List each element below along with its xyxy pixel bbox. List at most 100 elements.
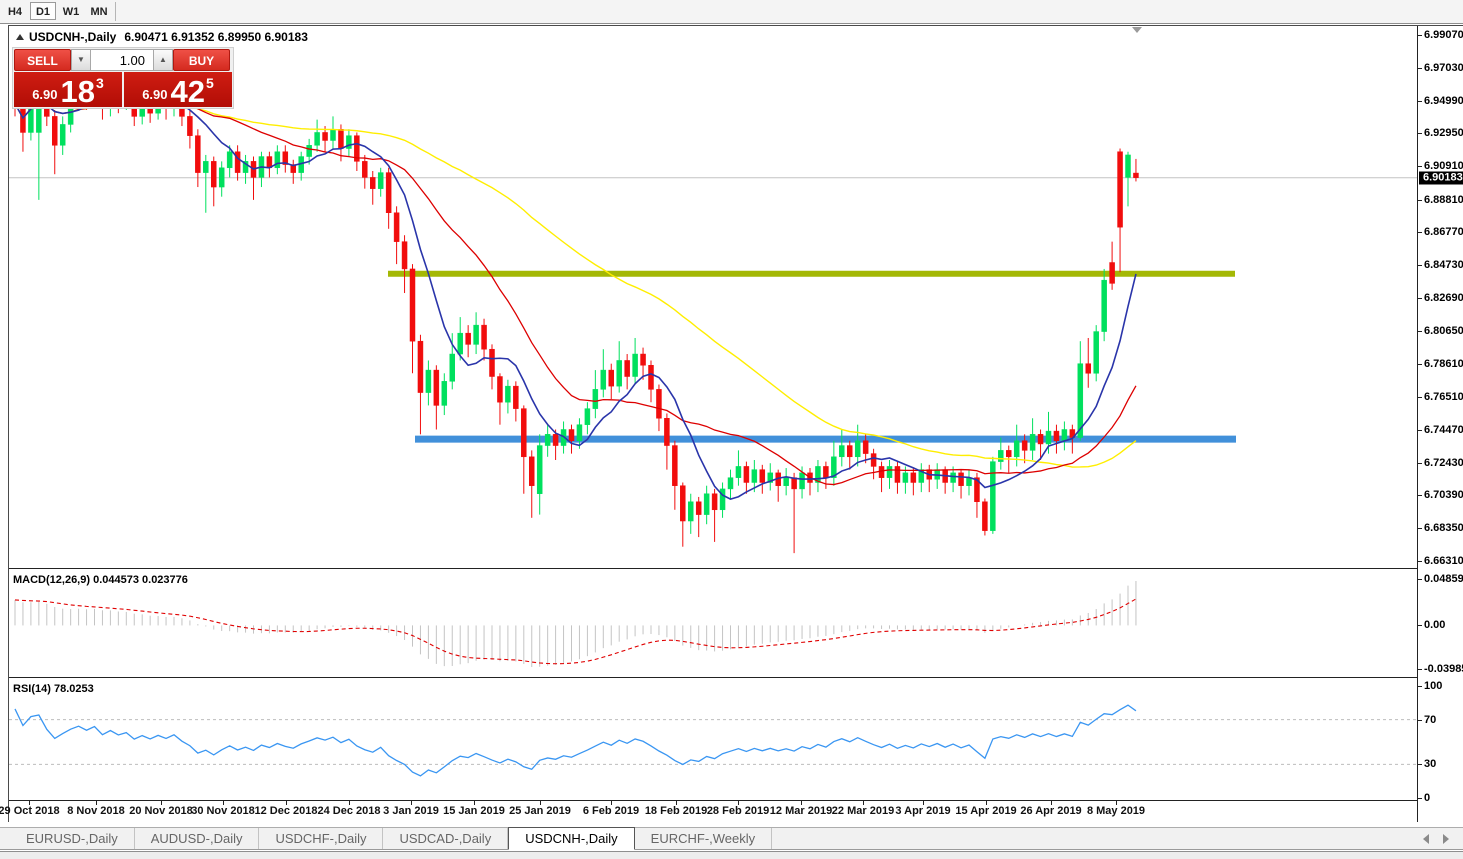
- chart-tab-eurusd-daily[interactable]: EURUSD-,Daily: [10, 828, 135, 849]
- ohlc-readout: 6.90471 6.91352 6.89950 6.90183: [124, 30, 308, 44]
- support-line[interactable]: [415, 436, 1236, 443]
- toolbar-separator: [115, 2, 116, 21]
- chart-window: USDCNH-,Daily 6.90471 6.91352 6.89950 6.9…: [8, 25, 1463, 822]
- time-axis-label: 3 Apr 2019: [895, 805, 950, 817]
- price-axis-label: 6.66310: [1424, 555, 1463, 567]
- macd-histogram: [15, 581, 1136, 667]
- rsi-axis-tick: [1418, 720, 1422, 721]
- macd-indicator-pane[interactable]: MACD(12,26,9) 0.044573 0.023776: [9, 571, 1417, 677]
- time-axis-label: 20 Nov 2018: [129, 805, 193, 817]
- price-axis-label: 6.84730: [1424, 259, 1463, 271]
- time-axis-label: 30 Nov 2018: [191, 805, 255, 817]
- timeframe-d1[interactable]: D1: [30, 2, 56, 20]
- buy-button[interactable]: BUY: [173, 49, 230, 71]
- chart-tab-bar: EURUSD-,DailyAUDUSD-,DailyUSDCHF-,DailyU…: [0, 827, 1463, 850]
- macd-axis-label: -0.039856: [1424, 663, 1463, 675]
- tabs-scroll-left-icon[interactable]: [1423, 834, 1429, 844]
- sell-button[interactable]: SELL: [14, 49, 71, 71]
- time-axis-label: 18 Feb 2019: [645, 805, 707, 817]
- price-chart-pane[interactable]: USDCNH-,Daily 6.90471 6.91352 6.89950 6.9…: [9, 26, 1417, 568]
- ma-slow-line: [15, 102, 1136, 467]
- price-axis-label: 6.78610: [1424, 358, 1463, 370]
- time-axis-label: 15 Jan 2019: [443, 805, 505, 817]
- price-axis-tick: [1418, 561, 1422, 562]
- price-axis-tick: [1418, 298, 1422, 299]
- price-axis-tick: [1418, 495, 1422, 496]
- time-axis-label: 22 Mar 2019: [832, 805, 894, 817]
- price-axis-tick: [1418, 101, 1422, 102]
- price-axis-label: 6.72430: [1424, 457, 1463, 469]
- rsi-axis-label: 70: [1424, 714, 1436, 726]
- chart-tab-audusd-daily[interactable]: AUDUSD-,Daily: [135, 828, 260, 849]
- rsi-axis-tick: [1418, 686, 1422, 687]
- macd-label: MACD(12,26,9) 0.044573 0.023776: [13, 574, 188, 586]
- symbol-label: USDCNH-,Daily: [29, 30, 116, 44]
- macd-axis-tick: [1418, 669, 1422, 670]
- price-axis-label: 6.99070: [1424, 29, 1463, 41]
- price-axis-label: 6.68350: [1424, 522, 1463, 534]
- volume-decrease-button[interactable]: ▼: [71, 49, 91, 71]
- buy-price-display[interactable]: 6.90 42 5: [124, 72, 232, 107]
- time-axis-label: 8 Nov 2018: [67, 805, 124, 817]
- chart-tab-eurchf-weekly[interactable]: EURCHF-,Weekly: [635, 828, 773, 849]
- price-axis-label: 6.74470: [1424, 424, 1463, 436]
- docked-panel-edge: [0, 851, 1463, 859]
- volume-increase-button[interactable]: ▲: [153, 49, 173, 71]
- timeframe-toolbar: H4D1W1MN: [0, 0, 1463, 24]
- price-axis[interactable]: 6.990706.970306.949906.929506.909106.888…: [1417, 26, 1463, 822]
- chart-tab-usdcad-daily[interactable]: USDCAD-,Daily: [383, 828, 508, 849]
- rsi-axis-label: 30: [1424, 758, 1436, 770]
- time-axis-label: 24 Dec 2018: [318, 805, 381, 817]
- price-axis-label: 6.88810: [1424, 194, 1463, 206]
- price-axis-tick: [1418, 463, 1422, 464]
- current-price-label: 6.90183: [1419, 171, 1463, 184]
- time-axis-label: 25 Jan 2019: [509, 805, 571, 817]
- chart-tab-usdchf-daily[interactable]: USDCHF-,Daily: [259, 828, 383, 849]
- sell-price-display[interactable]: 6.90 18 3: [14, 72, 122, 107]
- buy-price-prefix: 6.90: [142, 87, 167, 102]
- timeframe-buttons: H4D1W1MN: [0, 0, 112, 17]
- time-axis-label: 28 Feb 2019: [707, 805, 769, 817]
- time-axis-label: 12 Dec 2018: [255, 805, 318, 817]
- price-axis-label: 6.92950: [1424, 127, 1463, 139]
- price-axis-tick: [1418, 133, 1422, 134]
- volume-input[interactable]: [91, 49, 153, 71]
- rsi-indicator-pane[interactable]: RSI(14) 78.0253: [9, 680, 1417, 800]
- rsi-axis-tick: [1418, 764, 1422, 765]
- rsi-line: [15, 705, 1136, 776]
- price-axis-tick: [1418, 35, 1422, 36]
- collapse-panel-icon[interactable]: [16, 34, 24, 40]
- time-axis-label: 12 Mar 2019: [770, 805, 832, 817]
- rsi-chart: [9, 680, 1417, 800]
- macd-axis-label: 0.00: [1424, 619, 1445, 631]
- chart-tab-usdcnh-daily[interactable]: USDCNH-,Daily: [508, 827, 634, 850]
- price-axis-label: 6.97030: [1424, 62, 1463, 74]
- time-axis[interactable]: 29 Oct 20188 Nov 201820 Nov 201830 Nov 2…: [9, 800, 1417, 823]
- price-axis-tick: [1418, 200, 1422, 201]
- price-axis-label: 6.76510: [1424, 391, 1463, 403]
- one-click-trade-panel: SELL ▼ ▲ BUY 6.90 18 3 6.90 42 5: [12, 47, 234, 109]
- buy-price-point: 5: [206, 75, 214, 91]
- buy-price-pips: 42: [171, 79, 205, 105]
- timeframe-w1[interactable]: W1: [58, 2, 84, 20]
- timeframe-mn[interactable]: MN: [86, 2, 112, 20]
- rsi-axis-tick: [1418, 798, 1422, 799]
- price-axis-label: 6.70390: [1424, 489, 1463, 501]
- candles-layer: [13, 60, 1139, 553]
- rsi-label: RSI(14) 78.0253: [13, 683, 94, 695]
- price-axis-tick: [1418, 232, 1422, 233]
- time-axis-label: 6 Feb 2019: [583, 805, 639, 817]
- macd-chart: [9, 571, 1417, 677]
- tabs-scroll-right-icon[interactable]: [1443, 834, 1449, 844]
- price-axis-tick: [1418, 364, 1422, 365]
- price-axis-tick: [1418, 68, 1422, 69]
- price-axis-label: 6.94990: [1424, 95, 1463, 107]
- macd-axis-tick: [1418, 625, 1422, 626]
- resistance-line[interactable]: [388, 271, 1235, 277]
- price-axis-label: 6.86770: [1424, 226, 1463, 238]
- timeframe-h4[interactable]: H4: [2, 2, 28, 20]
- price-axis-tick: [1418, 528, 1422, 529]
- time-axis-label: 15 Apr 2019: [955, 805, 1016, 817]
- time-axis-label: 8 May 2019: [1087, 805, 1145, 817]
- price-axis-label: 6.80650: [1424, 325, 1463, 337]
